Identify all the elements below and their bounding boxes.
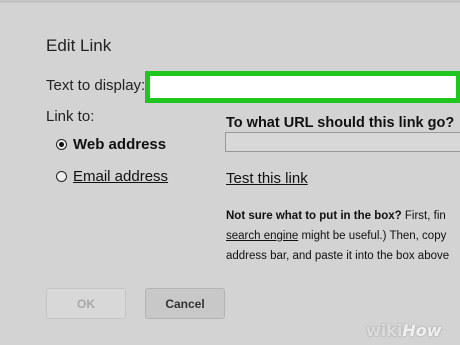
dialog-title: Edit Link — [46, 36, 112, 55]
email-address-option[interactable]: Email address — [56, 168, 168, 185]
text-to-display-label: Text to display: — [46, 77, 146, 94]
search-engine-link[interactable]: search engine — [226, 230, 298, 242]
url-heading: To what URL should this link go? — [226, 115, 455, 131]
help-bold-text: Not sure what to put in the box? — [226, 210, 402, 222]
web-address-option[interactable]: Web address — [56, 136, 166, 153]
edit-link-dialog: Edit Link Text to display: Link to: Web … — [0, 0, 460, 345]
text-to-display-input[interactable] — [145, 71, 460, 103]
dialog-top-edge — [0, 0, 460, 3]
url-input[interactable] — [225, 132, 460, 152]
help-line-1-rest: First, fin — [401, 210, 446, 222]
help-line-1: Not sure what to put in the box? First, … — [226, 206, 460, 226]
radio-selected-icon[interactable] — [56, 139, 67, 150]
help-line-2-rest: might be useful.) Then, copy — [298, 230, 447, 242]
ok-button[interactable]: OK — [46, 288, 126, 319]
wikihow-watermark: wikiHow — [366, 321, 442, 340]
web-address-label: Web address — [73, 136, 167, 153]
help-line-3: address bar, and paste it into the box a… — [226, 250, 450, 262]
test-this-link[interactable]: Test this link — [226, 170, 308, 187]
cancel-button[interactable]: Cancel — [145, 288, 225, 319]
link-to-label: Link to: — [46, 108, 95, 125]
radio-unselected-icon[interactable] — [56, 171, 67, 182]
help-line-2: search engine might be useful.) Then, co… — [226, 226, 460, 246]
email-address-label: Email address — [73, 168, 169, 185]
help-text: Not sure what to put in the box? First, … — [226, 206, 460, 266]
